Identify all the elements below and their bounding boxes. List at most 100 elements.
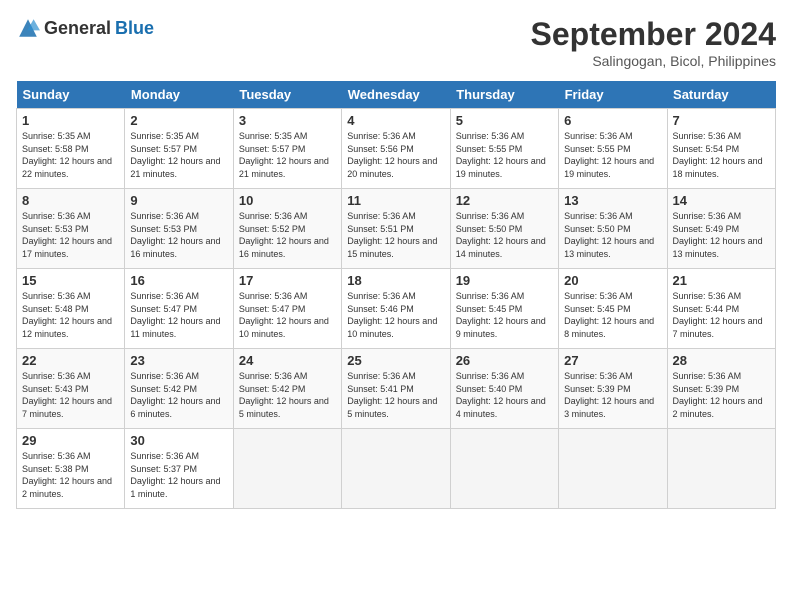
day-number: 3 bbox=[239, 113, 336, 128]
calendar-cell: 3 Sunrise: 5:35 AMSunset: 5:57 PMDaylight… bbox=[233, 109, 341, 189]
calendar-cell: 23Sunrise: 5:36 AMSunset: 5:42 PMDayligh… bbox=[125, 349, 233, 429]
column-header-sunday: Sunday bbox=[17, 81, 125, 109]
column-header-saturday: Saturday bbox=[667, 81, 775, 109]
day-number: 20 bbox=[564, 273, 661, 288]
title-section: September 2024 Salingogan, Bicol, Philip… bbox=[531, 16, 776, 69]
day-info: Sunrise: 5:36 AMSunset: 5:50 PMDaylight:… bbox=[564, 210, 661, 260]
calendar-cell: 17 Sunrise: 5:36 AMSunset: 5:47 PMDayligh… bbox=[233, 269, 341, 349]
calendar-week-row: 1 Sunrise: 5:35 AMSunset: 5:58 PMDaylight… bbox=[17, 109, 776, 189]
location-subtitle: Salingogan, Bicol, Philippines bbox=[531, 53, 776, 69]
calendar-cell: 24Sunrise: 5:36 AMSunset: 5:42 PMDayligh… bbox=[233, 349, 341, 429]
calendar-cell: 29Sunrise: 5:36 AMSunset: 5:38 PMDayligh… bbox=[17, 429, 125, 509]
column-header-thursday: Thursday bbox=[450, 81, 558, 109]
day-number: 15 bbox=[22, 273, 119, 288]
day-info: Sunrise: 5:36 AMSunset: 5:55 PMDaylight:… bbox=[456, 130, 553, 180]
day-info: Sunrise: 5:36 AMSunset: 5:55 PMDaylight:… bbox=[564, 130, 661, 180]
day-number: 1 bbox=[22, 113, 119, 128]
day-info: Sunrise: 5:35 AMSunset: 5:57 PMDaylight:… bbox=[130, 130, 227, 180]
day-number: 21 bbox=[673, 273, 770, 288]
day-info: Sunrise: 5:36 AMSunset: 5:49 PMDaylight:… bbox=[673, 210, 770, 260]
day-info: Sunrise: 5:36 AMSunset: 5:47 PMDaylight:… bbox=[130, 290, 227, 340]
logo-general: General bbox=[44, 18, 111, 39]
calendar-cell: 13 Sunrise: 5:36 AMSunset: 5:50 PMDayligh… bbox=[559, 189, 667, 269]
calendar-cell: 30 Sunrise: 5:36 AMSunset: 5:37 PMDayligh… bbox=[125, 429, 233, 509]
calendar-cell bbox=[450, 429, 558, 509]
day-number: 16 bbox=[130, 273, 227, 288]
day-info: Sunrise: 5:36 AMSunset: 5:48 PMDaylight:… bbox=[22, 290, 119, 340]
day-number: 28 bbox=[673, 353, 770, 368]
day-number: 19 bbox=[456, 273, 553, 288]
calendar-cell: 28 Sunrise: 5:36 AMSunset: 5:39 PMDayligh… bbox=[667, 349, 775, 429]
day-number: 26 bbox=[456, 353, 553, 368]
day-info: Sunrise: 5:36 AMSunset: 5:53 PMDaylight:… bbox=[130, 210, 227, 260]
calendar-cell bbox=[559, 429, 667, 509]
day-info: Sunrise: 5:36 AMSunset: 5:50 PMDaylight:… bbox=[456, 210, 553, 260]
day-info: Sunrise: 5:36 AMSunset: 5:45 PMDaylight:… bbox=[456, 290, 553, 340]
day-number: 29 bbox=[22, 433, 119, 448]
calendar-cell: 10Sunrise: 5:36 AMSunset: 5:52 PMDayligh… bbox=[233, 189, 341, 269]
day-number: 4 bbox=[347, 113, 444, 128]
day-info: Sunrise: 5:36 AMSunset: 5:39 PMDaylight:… bbox=[673, 370, 770, 420]
day-info: Sunrise: 5:35 AMSunset: 5:58 PMDaylight:… bbox=[22, 130, 119, 180]
day-info: Sunrise: 5:36 AMSunset: 5:51 PMDaylight:… bbox=[347, 210, 444, 260]
calendar-cell: 12 Sunrise: 5:36 AMSunset: 5:50 PMDayligh… bbox=[450, 189, 558, 269]
calendar-cell: 2Sunrise: 5:35 AMSunset: 5:57 PMDaylight… bbox=[125, 109, 233, 189]
calendar-week-row: 8 Sunrise: 5:36 AMSunset: 5:53 PMDaylight… bbox=[17, 189, 776, 269]
calendar-cell: 6 Sunrise: 5:36 AMSunset: 5:55 PMDaylight… bbox=[559, 109, 667, 189]
page-header: GeneralBlue September 2024 Salingogan, B… bbox=[16, 16, 776, 69]
calendar-cell: 19 Sunrise: 5:36 AMSunset: 5:45 PMDayligh… bbox=[450, 269, 558, 349]
day-info: Sunrise: 5:36 AMSunset: 5:41 PMDaylight:… bbox=[347, 370, 444, 420]
day-number: 24 bbox=[239, 353, 336, 368]
day-number: 18 bbox=[347, 273, 444, 288]
calendar-week-row: 15 Sunrise: 5:36 AMSunset: 5:48 PMDayligh… bbox=[17, 269, 776, 349]
column-header-tuesday: Tuesday bbox=[233, 81, 341, 109]
column-header-monday: Monday bbox=[125, 81, 233, 109]
day-number: 25 bbox=[347, 353, 444, 368]
calendar-cell: 11 Sunrise: 5:36 AMSunset: 5:51 PMDayligh… bbox=[342, 189, 450, 269]
day-info: Sunrise: 5:35 AMSunset: 5:57 PMDaylight:… bbox=[239, 130, 336, 180]
calendar-cell: 9Sunrise: 5:36 AMSunset: 5:53 PMDaylight… bbox=[125, 189, 233, 269]
day-number: 27 bbox=[564, 353, 661, 368]
day-info: Sunrise: 5:36 AMSunset: 5:37 PMDaylight:… bbox=[130, 450, 227, 500]
calendar-week-row: 22Sunrise: 5:36 AMSunset: 5:43 PMDayligh… bbox=[17, 349, 776, 429]
calendar-cell: 5 Sunrise: 5:36 AMSunset: 5:55 PMDaylight… bbox=[450, 109, 558, 189]
column-header-friday: Friday bbox=[559, 81, 667, 109]
calendar-cell: 20Sunrise: 5:36 AMSunset: 5:45 PMDayligh… bbox=[559, 269, 667, 349]
day-number: 17 bbox=[239, 273, 336, 288]
calendar-cell: 8 Sunrise: 5:36 AMSunset: 5:53 PMDaylight… bbox=[17, 189, 125, 269]
calendar-cell: 7Sunrise: 5:36 AMSunset: 5:54 PMDaylight… bbox=[667, 109, 775, 189]
day-number: 5 bbox=[456, 113, 553, 128]
day-number: 12 bbox=[456, 193, 553, 208]
calendar-cell: 1 Sunrise: 5:35 AMSunset: 5:58 PMDaylight… bbox=[17, 109, 125, 189]
calendar-cell: 15 Sunrise: 5:36 AMSunset: 5:48 PMDayligh… bbox=[17, 269, 125, 349]
day-info: Sunrise: 5:36 AMSunset: 5:39 PMDaylight:… bbox=[564, 370, 661, 420]
day-number: 8 bbox=[22, 193, 119, 208]
calendar-week-row: 29Sunrise: 5:36 AMSunset: 5:38 PMDayligh… bbox=[17, 429, 776, 509]
calendar-cell: 27 Sunrise: 5:36 AMSunset: 5:39 PMDayligh… bbox=[559, 349, 667, 429]
day-number: 11 bbox=[347, 193, 444, 208]
day-number: 30 bbox=[130, 433, 227, 448]
calendar-cell: 14 Sunrise: 5:36 AMSunset: 5:49 PMDayligh… bbox=[667, 189, 775, 269]
calendar-cell: 18Sunrise: 5:36 AMSunset: 5:46 PMDayligh… bbox=[342, 269, 450, 349]
day-number: 6 bbox=[564, 113, 661, 128]
day-number: 14 bbox=[673, 193, 770, 208]
day-info: Sunrise: 5:36 AMSunset: 5:43 PMDaylight:… bbox=[22, 370, 119, 420]
month-year-title: September 2024 bbox=[531, 16, 776, 53]
day-info: Sunrise: 5:36 AMSunset: 5:47 PMDaylight:… bbox=[239, 290, 336, 340]
column-header-wednesday: Wednesday bbox=[342, 81, 450, 109]
day-info: Sunrise: 5:36 AMSunset: 5:56 PMDaylight:… bbox=[347, 130, 444, 180]
calendar-cell: 22Sunrise: 5:36 AMSunset: 5:43 PMDayligh… bbox=[17, 349, 125, 429]
calendar-table: SundayMondayTuesdayWednesdayThursdayFrid… bbox=[16, 81, 776, 509]
calendar-header-row: SundayMondayTuesdayWednesdayThursdayFrid… bbox=[17, 81, 776, 109]
day-info: Sunrise: 5:36 AMSunset: 5:53 PMDaylight:… bbox=[22, 210, 119, 260]
day-number: 23 bbox=[130, 353, 227, 368]
logo-blue: Blue bbox=[115, 18, 154, 39]
day-info: Sunrise: 5:36 AMSunset: 5:52 PMDaylight:… bbox=[239, 210, 336, 260]
calendar-cell: 21Sunrise: 5:36 AMSunset: 5:44 PMDayligh… bbox=[667, 269, 775, 349]
logo-icon bbox=[16, 16, 40, 40]
logo: GeneralBlue bbox=[16, 16, 154, 40]
calendar-cell: 4 Sunrise: 5:36 AMSunset: 5:56 PMDaylight… bbox=[342, 109, 450, 189]
calendar-cell: 25 Sunrise: 5:36 AMSunset: 5:41 PMDayligh… bbox=[342, 349, 450, 429]
day-number: 13 bbox=[564, 193, 661, 208]
calendar-cell: 16 Sunrise: 5:36 AMSunset: 5:47 PMDayligh… bbox=[125, 269, 233, 349]
